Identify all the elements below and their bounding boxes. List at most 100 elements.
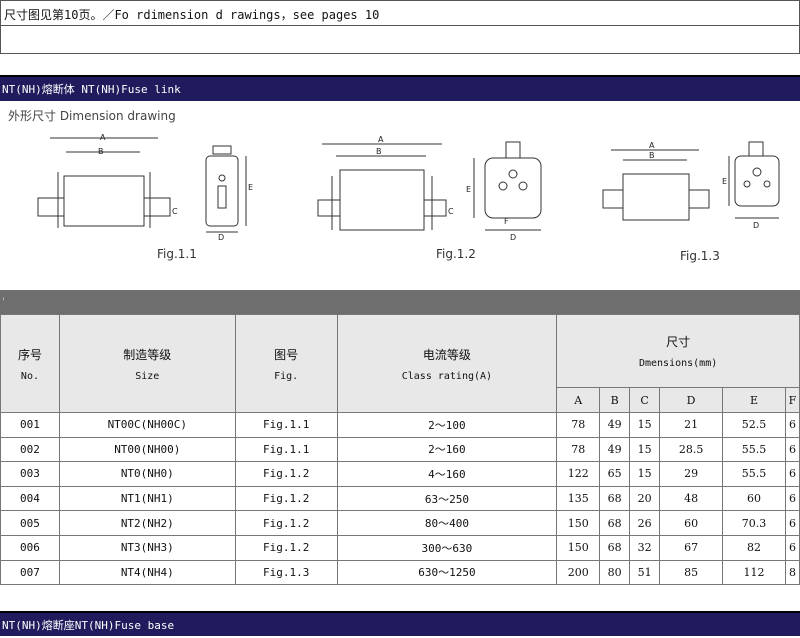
header-dimensions: 尺寸 Dmensions(mm) bbox=[556, 314, 800, 388]
cell-f: 6 bbox=[784, 436, 800, 463]
section-header-fuse-link: NT(NH)熔断体 NT(NH)Fuse link bbox=[0, 75, 800, 101]
header-size: 制造等级 Size bbox=[58, 314, 236, 413]
cell-a: 78 bbox=[556, 436, 601, 463]
cell-c: 20 bbox=[629, 485, 661, 512]
cell-fig: Fig.1.2 bbox=[234, 485, 338, 512]
dimension-note: 尺寸图见第10页。／Fo rdimension d rawings，see pa… bbox=[4, 8, 380, 22]
fig-1-2-drawing: A B C E F D bbox=[317, 135, 542, 242]
cell-fig: Fig.1.3 bbox=[234, 559, 338, 586]
header-col-c: C bbox=[629, 387, 661, 413]
dim-b: B bbox=[649, 151, 655, 160]
cell-no: 006 bbox=[0, 534, 60, 561]
cell-a: 150 bbox=[556, 534, 601, 561]
cell-fig: Fig.1.2 bbox=[234, 510, 338, 536]
fig-label-1: Fig.1.1 bbox=[157, 247, 197, 261]
divider bbox=[1, 25, 799, 26]
cell-fig: Fig.1.1 bbox=[234, 412, 338, 438]
cell-d: 67 bbox=[659, 534, 724, 561]
cell-a: 150 bbox=[556, 510, 601, 536]
cell-c: 15 bbox=[629, 412, 661, 438]
table-row: 003 NT0(NH0) Fig.1.2 4～160 122 65 15 29 55.5 6 bbox=[0, 461, 800, 487]
table-row: 006 NT3(NH3) Fig.1.2 300～630 150 68 32 67 82 6 bbox=[0, 534, 800, 561]
dim-c: C bbox=[448, 207, 454, 216]
cell-f: 8 bbox=[784, 559, 800, 586]
cell-d: 60 bbox=[659, 510, 724, 536]
cell-a: 135 bbox=[556, 485, 601, 512]
header-col-b: B bbox=[599, 387, 631, 413]
cell-e: 55.5 bbox=[722, 436, 786, 463]
cell-f: 6 bbox=[784, 485, 800, 512]
table-top-strip: ' bbox=[0, 290, 800, 314]
cell-rating: 2～160 bbox=[336, 436, 558, 463]
note-box: 尺寸图见第10页。／Fo rdimension d rawings，see pa… bbox=[0, 0, 800, 54]
cell-no: 004 bbox=[0, 485, 60, 512]
dim-c: C bbox=[172, 207, 178, 216]
dim-a: A bbox=[100, 133, 106, 142]
cell-e: 60 bbox=[722, 485, 786, 512]
cell-size: NT00C(NH00C) bbox=[58, 412, 236, 438]
cell-e: 82 bbox=[722, 534, 786, 561]
dim-b: B bbox=[98, 147, 104, 156]
table-row: 002 NT00(NH00) Fig.1.1 2～160 78 49 15 28.5 55.5 6 bbox=[0, 436, 800, 463]
cell-size: NT0(NH0) bbox=[58, 461, 236, 487]
cell-rating: 300～630 bbox=[336, 534, 558, 561]
table-row: 004 NT1(NH1) Fig.1.2 63～250 135 68 20 48 60 6 bbox=[0, 485, 800, 512]
cell-d: 85 bbox=[659, 559, 724, 586]
header-col-e: E bbox=[722, 387, 786, 413]
cell-b: 68 bbox=[599, 534, 631, 561]
dim-d: D bbox=[218, 233, 224, 242]
cell-no: 001 bbox=[0, 412, 60, 438]
fig-label-2: Fig.1.2 bbox=[436, 247, 476, 261]
dim-e: E bbox=[722, 177, 727, 186]
header-rating: 电流等级 Class rating(A) bbox=[336, 314, 558, 413]
header-col-a: A bbox=[556, 387, 601, 413]
cell-d: 29 bbox=[659, 461, 724, 487]
cell-no: 003 bbox=[0, 461, 60, 487]
cell-e: 112 bbox=[722, 559, 786, 586]
dim-d: D bbox=[510, 233, 516, 242]
header-col-f: F bbox=[784, 387, 800, 413]
dim-a: A bbox=[378, 135, 384, 144]
fig-1-3-drawing: A B E D bbox=[602, 141, 780, 230]
dim-f: F bbox=[504, 217, 509, 226]
cell-fig: Fig.1.1 bbox=[234, 436, 338, 463]
cell-a: 122 bbox=[556, 461, 601, 487]
cell-rating: 2～100 bbox=[336, 412, 558, 438]
header-fig: 图号 Fig. bbox=[234, 314, 338, 413]
cell-b: 68 bbox=[599, 510, 631, 536]
cell-b: 65 bbox=[599, 461, 631, 487]
cell-d: 28.5 bbox=[659, 436, 724, 463]
dim-d: D bbox=[753, 221, 759, 230]
cell-no: 005 bbox=[0, 510, 60, 536]
cell-c: 51 bbox=[629, 559, 661, 586]
header-no: 序号 No. bbox=[0, 314, 60, 413]
drawing-label: 外形尺寸 Dimension drawing bbox=[8, 109, 176, 123]
cell-c: 32 bbox=[629, 534, 661, 561]
cell-a: 200 bbox=[556, 559, 601, 586]
strip-mark: ' bbox=[2, 297, 5, 308]
dim-e: E bbox=[466, 185, 471, 194]
cell-b: 49 bbox=[599, 412, 631, 438]
dim-a: A bbox=[649, 141, 655, 150]
cell-rating: 63～250 bbox=[336, 485, 558, 512]
cell-fig: Fig.1.2 bbox=[234, 534, 338, 561]
cell-size: NT2(NH2) bbox=[58, 510, 236, 536]
cell-rating: 4～160 bbox=[336, 461, 558, 487]
cell-e: 52.5 bbox=[722, 412, 786, 438]
cell-c: 15 bbox=[629, 461, 661, 487]
section-header-fuse-base: NT(NH)熔断座NT(NH)Fuse base bbox=[0, 611, 800, 636]
cell-a: 78 bbox=[556, 412, 601, 438]
cell-d: 48 bbox=[659, 485, 724, 512]
dim-b: B bbox=[376, 147, 382, 156]
cell-f: 6 bbox=[784, 412, 800, 438]
dim-e: E bbox=[248, 183, 253, 192]
cell-c: 15 bbox=[629, 436, 661, 463]
cell-b: 49 bbox=[599, 436, 631, 463]
cell-b: 68 bbox=[599, 485, 631, 512]
cell-fig: Fig.1.2 bbox=[234, 461, 338, 487]
table-row: 007 NT4(NH4) Fig.1.3 630～1250 200 80 51 85 112 8 bbox=[0, 559, 800, 586]
cell-size: NT1(NH1) bbox=[58, 485, 236, 512]
cell-size: NT00(NH00) bbox=[58, 436, 236, 463]
cell-rating: 630～1250 bbox=[336, 559, 558, 586]
cell-d: 21 bbox=[659, 412, 724, 438]
